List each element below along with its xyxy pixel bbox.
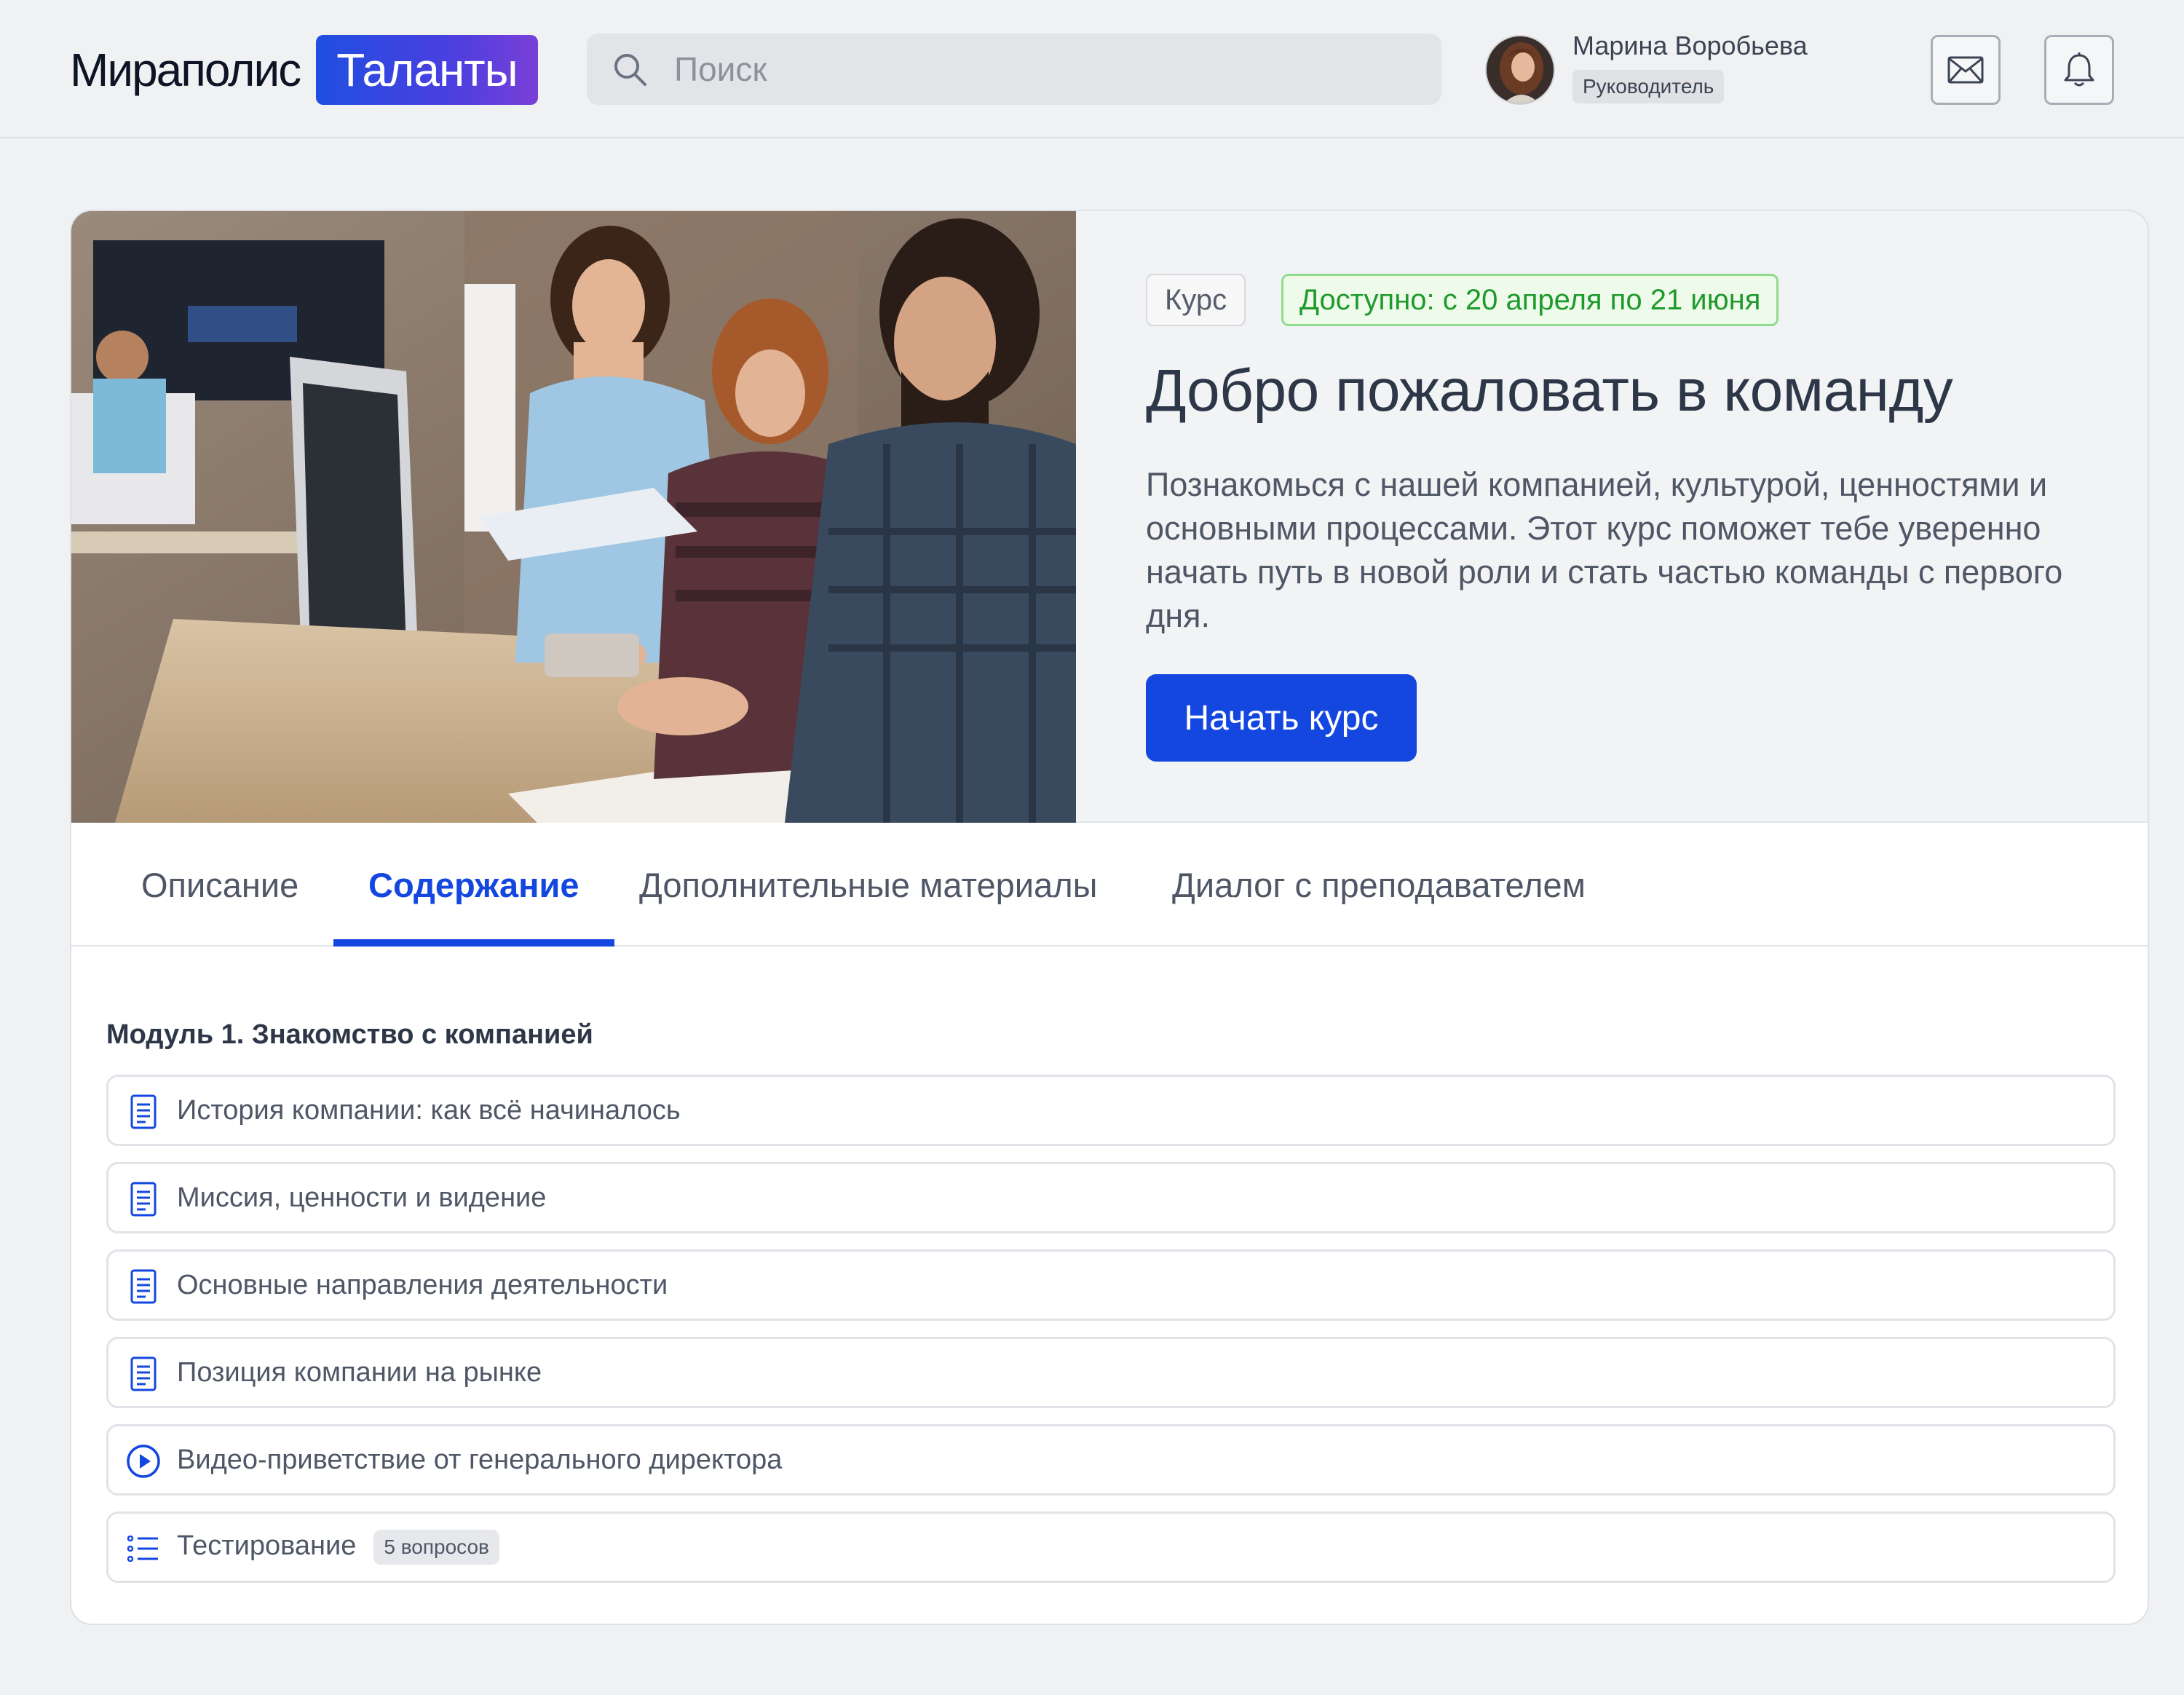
logo-badge-text: Таланты bbox=[316, 35, 538, 105]
document-icon bbox=[126, 1094, 161, 1129]
course-hero: Курс Доступно: с 20 апреля по 21 июня До… bbox=[71, 211, 2148, 823]
lesson-item[interactable]: Позиция компании на рынке bbox=[106, 1337, 2116, 1408]
tab-content[interactable]: Содержание bbox=[333, 824, 614, 947]
question-count-badge: 5 вопросов bbox=[373, 1530, 499, 1565]
tab-teacher-dialog[interactable]: Диалог с преподавателем bbox=[1137, 824, 1621, 945]
availability-badge: Доступно: с 20 апреля по 21 июня bbox=[1281, 274, 1779, 326]
course-type-tag: Курс bbox=[1146, 274, 1246, 326]
play-icon bbox=[126, 1444, 161, 1479]
module-title: Модуль 1. Знакомство с компанией bbox=[106, 1019, 593, 1050]
search-input[interactable] bbox=[674, 33, 1417, 105]
app-logo[interactable]: Мираполис Таланты bbox=[70, 35, 538, 105]
user-avatar[interactable] bbox=[1485, 35, 1555, 105]
lesson-label: Позиция компании на рынке bbox=[177, 1356, 542, 1388]
lesson-label: Видео-приветствие от генерального директ… bbox=[177, 1444, 783, 1475]
tab-additional-materials[interactable]: Дополнительные материалы bbox=[604, 824, 1132, 945]
search-bar[interactable] bbox=[587, 33, 1441, 105]
mail-icon bbox=[1947, 56, 1984, 84]
lesson-item[interactable]: История компании: как всё начиналось bbox=[106, 1075, 2116, 1146]
list-icon bbox=[126, 1531, 161, 1566]
logo-main-text: Мираполис bbox=[70, 44, 301, 96]
user-role-badge: Руководитель bbox=[1572, 70, 1725, 103]
lesson-label: Основные направления деятельности bbox=[177, 1269, 668, 1300]
document-icon bbox=[126, 1182, 161, 1217]
lesson-item[interactable]: Тестирование 5 вопросов bbox=[106, 1512, 2116, 1583]
search-icon bbox=[614, 54, 646, 86]
start-course-button[interactable]: Начать курс bbox=[1146, 674, 1417, 762]
lesson-label-text: Тестирование bbox=[177, 1530, 357, 1562]
course-title: Добро пожаловать в команду bbox=[1146, 357, 1953, 424]
lesson-item[interactable]: Основные направления деятельности bbox=[106, 1249, 2116, 1321]
document-icon bbox=[126, 1356, 161, 1391]
user-name[interactable]: Марина Воробьева bbox=[1572, 31, 1808, 61]
lesson-item[interactable]: Миссия, ценности и видение bbox=[106, 1162, 2116, 1233]
tab-description[interactable]: Описание bbox=[106, 824, 333, 945]
lesson-label: Миссия, ценности и видение bbox=[177, 1182, 547, 1213]
lesson-item[interactable]: Видео-приветствие от генерального директ… bbox=[106, 1424, 2116, 1496]
document-icon bbox=[126, 1269, 161, 1304]
top-header: Мираполис Таланты Марина Воробьева Руков… bbox=[0, 0, 2184, 138]
course-description: Познакомься с нашей компанией, культурой… bbox=[1146, 466, 2063, 634]
avatar-photo bbox=[1487, 36, 1554, 103]
bell-icon bbox=[2064, 52, 2094, 87]
lesson-label: История компании: как всё начиналось bbox=[177, 1094, 681, 1126]
notifications-button[interactable] bbox=[2044, 35, 2114, 105]
course-tabs: Описание Содержание Дополнительные матер… bbox=[71, 824, 2148, 947]
lesson-label: Тестирование 5 вопросов bbox=[177, 1530, 499, 1565]
course-card: Курс Доступно: с 20 апреля по 21 июня До… bbox=[70, 210, 2149, 1625]
course-cover-image bbox=[71, 211, 1076, 823]
messages-button[interactable] bbox=[1931, 35, 2001, 105]
